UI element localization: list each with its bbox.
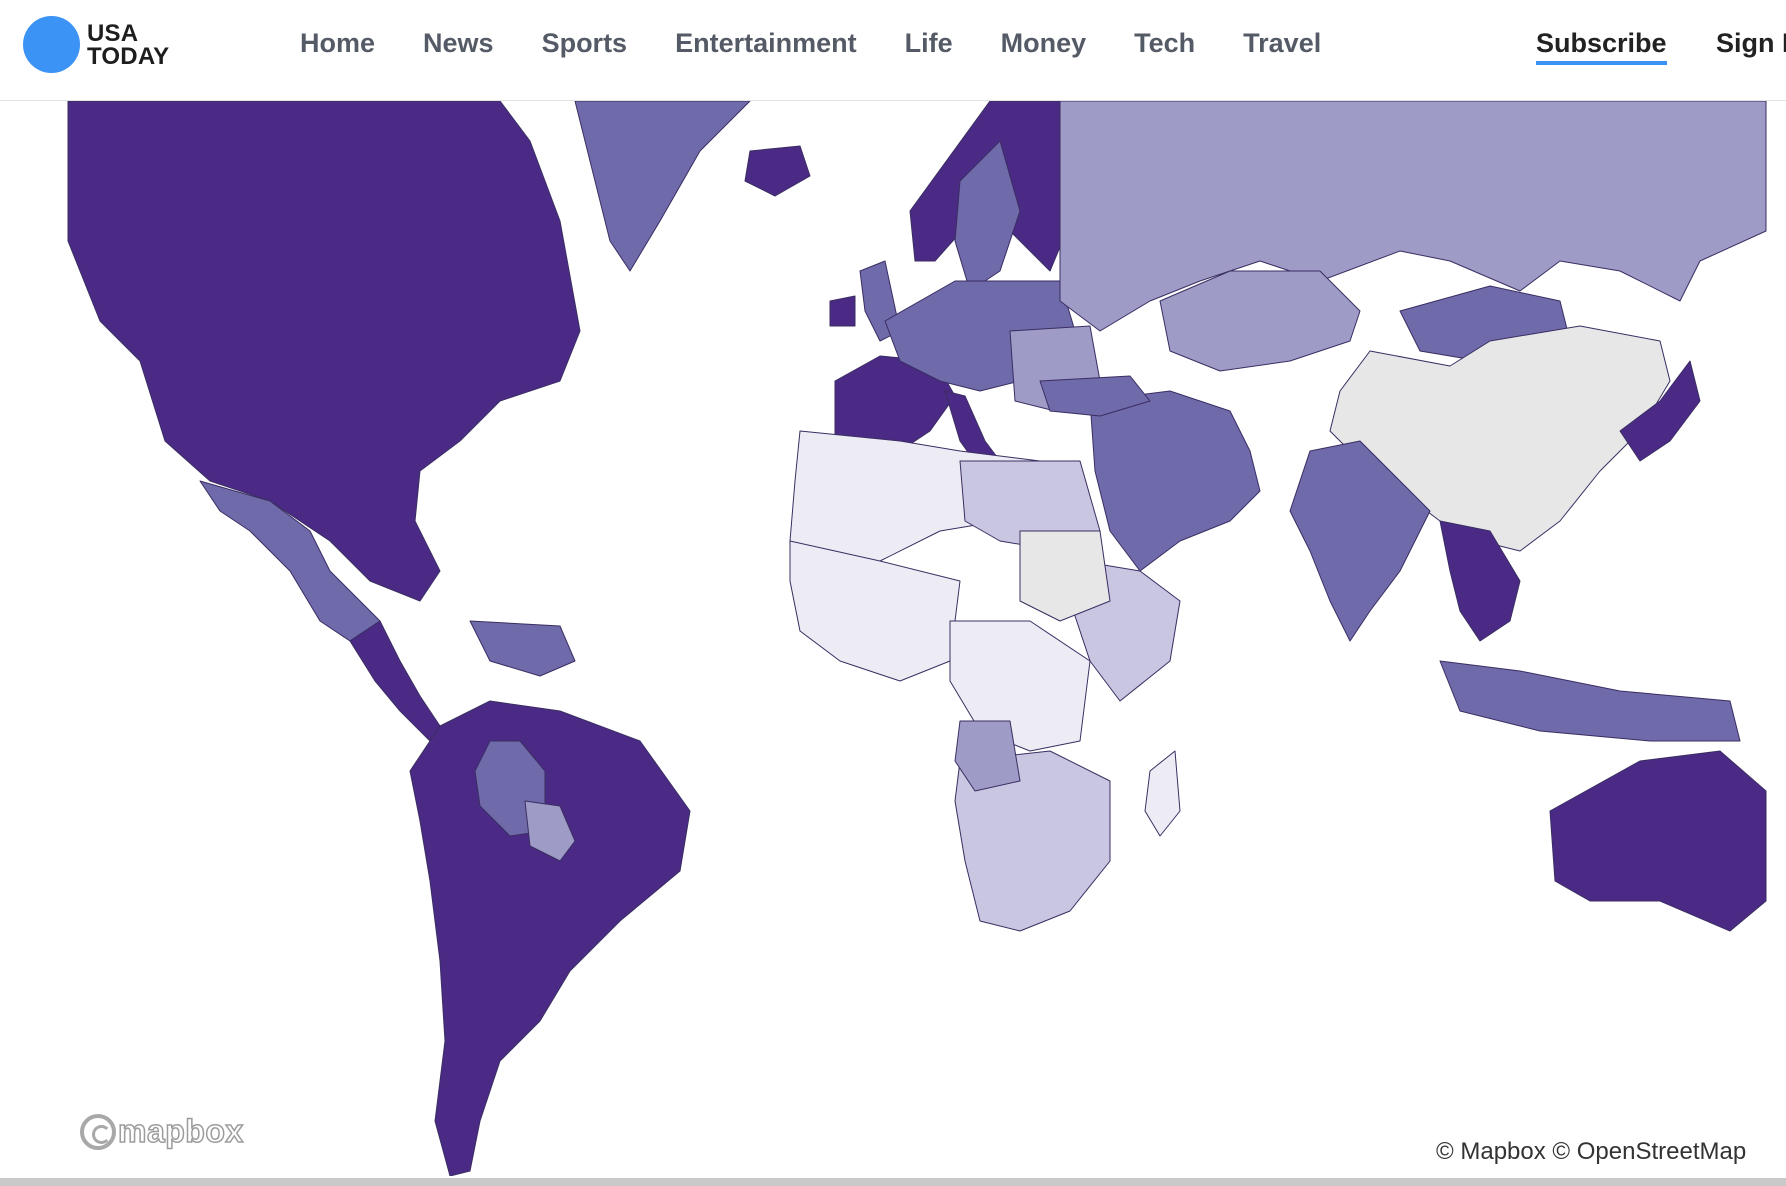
main-nav: Home News Sports Entertainment Life Mone… (300, 28, 1369, 59)
nav-travel[interactable]: Travel (1243, 28, 1321, 59)
mapbox-logo[interactable]: mapbox (80, 1112, 244, 1150)
region-south-america[interactable] (409, 700, 691, 1176)
site-header: USA TODAY Home News Sports Entertainment… (0, 0, 1786, 101)
nav-life[interactable]: Life (905, 28, 953, 59)
region-indonesia[interactable] (1439, 660, 1741, 742)
logo-line-1: USA (87, 19, 139, 47)
logo-wordmark: USA TODAY (87, 19, 170, 70)
region-kazakhstan[interactable] (1159, 270, 1361, 372)
region-madagascar[interactable] (1144, 750, 1181, 837)
region-australia[interactable] (1549, 750, 1767, 932)
region-ireland[interactable] (829, 295, 856, 327)
nav-entertainment[interactable]: Entertainment (675, 28, 857, 59)
nav-news[interactable]: News (423, 28, 494, 59)
region-greenland[interactable] (574, 101, 751, 272)
site-logo[interactable]: USA TODAY (23, 16, 169, 73)
nav-tech[interactable]: Tech (1134, 28, 1195, 59)
region-russia[interactable] (1059, 101, 1767, 332)
map-attribution[interactable]: © Mapbox © OpenStreetMap (1436, 1138, 1746, 1166)
region-iceland[interactable] (744, 145, 811, 197)
mapbox-logo-text: mapbox (117, 1112, 244, 1150)
world-map[interactable] (0, 101, 1786, 1176)
region-north-america[interactable] (67, 101, 581, 602)
region-venezuela[interactable] (469, 620, 576, 677)
nav-home[interactable]: Home (300, 28, 375, 59)
region-middle-east[interactable] (1089, 390, 1261, 572)
nav-sports[interactable]: Sports (542, 28, 628, 59)
choropleth-map[interactable] (0, 101, 1786, 1176)
region-west-africa[interactable] (789, 540, 961, 682)
subscribe-link[interactable]: Subscribe (1536, 28, 1667, 65)
nav-money[interactable]: Money (1001, 28, 1087, 59)
usa-today-dot-icon (23, 16, 80, 73)
mapbox-logo-icon (80, 1113, 116, 1150)
sign-in-link[interactable]: Sign In (1716, 28, 1786, 59)
bottom-strip (0, 1178, 1786, 1186)
logo-line-2: TODAY (87, 42, 170, 70)
region-central-america[interactable] (349, 620, 441, 742)
